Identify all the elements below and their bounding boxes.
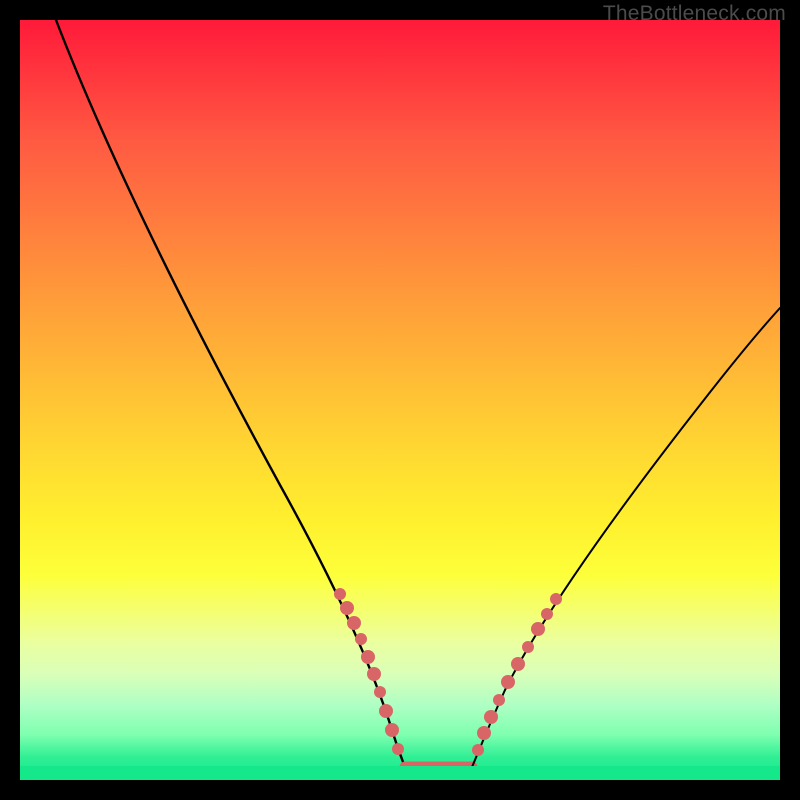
dot (347, 616, 361, 630)
dot (522, 641, 534, 653)
dot (493, 694, 505, 706)
chart-frame: TheBottleneck.com (0, 0, 800, 800)
dot (472, 744, 484, 756)
dot (541, 608, 553, 620)
dot (385, 723, 399, 737)
dot (379, 704, 393, 718)
dot (334, 588, 346, 600)
curve-right (472, 308, 780, 767)
dot (340, 601, 354, 615)
dot (484, 710, 498, 724)
chart-plot-area (20, 20, 780, 780)
dot (367, 667, 381, 681)
dots-left (334, 588, 404, 755)
watermark-text: TheBottleneck.com (603, 2, 786, 26)
dot (392, 743, 404, 755)
dot (511, 657, 525, 671)
dot (355, 633, 367, 645)
dot (501, 675, 515, 689)
dot (374, 686, 386, 698)
dot (550, 593, 562, 605)
dot (361, 650, 375, 664)
dots-right (472, 593, 562, 756)
dot (477, 726, 491, 740)
dot (531, 622, 545, 636)
curve-left (56, 20, 405, 767)
bottleneck-curve (20, 20, 780, 780)
